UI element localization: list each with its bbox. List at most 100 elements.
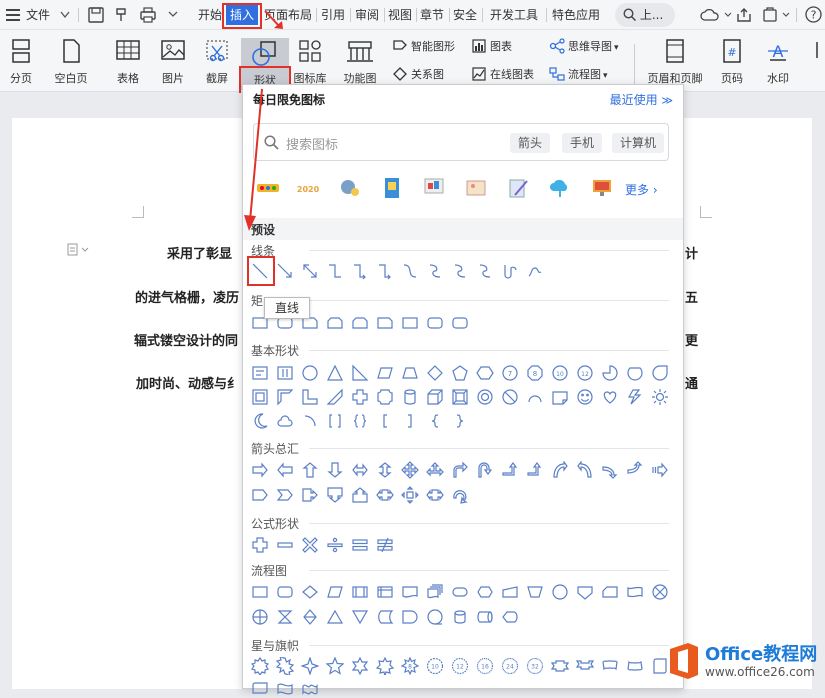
tab-view[interactable]: 视图 — [388, 0, 412, 30]
shape-dodec[interactable]: 12 — [576, 364, 594, 382]
shape-lshape[interactable] — [301, 388, 319, 406]
shape-moon[interactable] — [251, 412, 269, 430]
shape-f-merge[interactable] — [351, 608, 369, 626]
shape-f-disp[interactable] — [501, 608, 519, 626]
shape-f-delay[interactable] — [401, 608, 419, 626]
shape-l-up[interactable] — [501, 461, 519, 479]
shape-f-int[interactable] — [376, 583, 394, 601]
export-icon[interactable] — [762, 7, 778, 23]
shape-plaque[interactable] — [376, 388, 394, 406]
tab-home[interactable]: 开始 — [198, 0, 222, 30]
shape-no-sym[interactable] — [501, 388, 519, 406]
flowchart-button[interactable]: 流程图 ▾ — [549, 65, 608, 85]
picture-button[interactable]: 图片 — [152, 36, 194, 88]
shape-ribbon-c[interactable] — [601, 657, 619, 675]
shape-eq-mul[interactable] — [301, 536, 319, 554]
shape-snip[interactable] — [376, 314, 394, 332]
shape-f-off[interactable] — [576, 583, 594, 601]
shape-star10[interactable]: 10 — [426, 657, 444, 675]
shape-call-l-r[interactable] — [426, 486, 444, 504]
shape-star16[interactable]: 16 — [476, 657, 494, 675]
tab-featured[interactable]: 特色应用 — [552, 0, 600, 30]
pen-document-icon[interactable] — [507, 177, 529, 199]
doc-line-4[interactable]: 加时尚、动感与纟 — [136, 373, 240, 392]
page-break-button[interactable]: 分页 — [2, 36, 40, 88]
shape-f-ext[interactable] — [326, 608, 344, 626]
doc-line-4-end[interactable]: 通 — [685, 373, 698, 392]
shape-star7[interactable] — [376, 657, 394, 675]
doc-line-1[interactable]: 采用了彰显 — [167, 243, 232, 262]
shape-arc[interactable] — [526, 388, 544, 406]
tab-chapter[interactable]: 章节 — [420, 0, 444, 30]
tab-developer[interactable]: 开发工具 — [490, 0, 538, 30]
shape-f-term[interactable] — [451, 583, 469, 601]
shape-call-r[interactable] — [301, 486, 319, 504]
more-icons-link[interactable]: 更多 › — [625, 181, 658, 198]
shape-textbox[interactable] — [251, 364, 269, 382]
mind-map-button[interactable]: 思维导图 ▾ — [549, 37, 619, 57]
header-footer-button[interactable]: 页眉和页脚 — [642, 36, 708, 88]
tab-review[interactable]: 审阅 — [355, 0, 379, 30]
shape-ribbon-d[interactable] — [576, 657, 594, 675]
shape-curve[interactable] — [401, 262, 419, 280]
shape-eq-ne[interactable] — [376, 536, 394, 554]
shape-free[interactable] — [526, 262, 544, 280]
shape-snip2[interactable] — [351, 314, 369, 332]
shape-f-card[interactable] — [601, 583, 619, 601]
doc-line-1-end[interactable]: 计 — [685, 243, 698, 262]
shape-heart[interactable] — [601, 388, 619, 406]
shape-star4[interactable] — [301, 657, 319, 675]
more-ribbon-button[interactable] — [808, 36, 825, 88]
doc-line-3[interactable]: 辐式镂空设计的同 — [134, 330, 238, 349]
hamburger-menu-icon[interactable] — [6, 8, 20, 22]
shape-fold[interactable] — [551, 388, 569, 406]
shape-dblarrow[interactable] — [301, 262, 319, 280]
shape-star12[interactable]: 12 — [451, 657, 469, 675]
shape-star-burst2[interactable] — [276, 657, 294, 675]
icon-search-input[interactable]: 搜索图标 — [286, 134, 338, 153]
shape-call-d[interactable] — [326, 486, 344, 504]
shape-f-dec[interactable] — [301, 583, 319, 601]
shape-donut[interactable] — [476, 388, 494, 406]
paragraph-handle-icon[interactable] — [67, 243, 91, 257]
shape-hex[interactable] — [476, 364, 494, 382]
shape-bolt[interactable] — [626, 388, 644, 406]
relation-chart-button[interactable]: 关系图 — [392, 65, 444, 85]
shape-f-prep[interactable] — [476, 583, 494, 601]
shape-eq-div[interactable] — [326, 536, 344, 554]
shape-f-seq[interactable] — [426, 608, 444, 626]
cloud-network-icon[interactable] — [549, 177, 571, 199]
shape-tri[interactable] — [326, 364, 344, 382]
shape-brackets[interactable] — [326, 412, 344, 430]
shape-circle[interactable] — [301, 364, 319, 382]
shape-f-or[interactable] — [651, 583, 669, 601]
shape-call4[interactable] — [401, 486, 419, 504]
file-menu[interactable]: 文件 — [26, 0, 50, 30]
help-icon[interactable]: ? — [805, 6, 822, 23]
monitor-icon[interactable] — [591, 177, 613, 199]
shape-scurve[interactable] — [476, 262, 494, 280]
shape-a-u-d[interactable] — [376, 461, 394, 479]
online-chart-button[interactable]: 在线图表 — [471, 65, 534, 85]
shape-arc-r[interactable] — [301, 412, 319, 430]
shape-a4[interactable] — [401, 461, 419, 479]
shape-circ-a[interactable] — [451, 486, 469, 504]
shape-bent-up[interactable] — [526, 461, 544, 479]
chevron-down-icon[interactable] — [782, 11, 790, 19]
shape-elbowarrow[interactable] — [351, 262, 369, 280]
shape-can[interactable] — [401, 388, 419, 406]
shape-pentagon-a[interactable] — [251, 486, 269, 504]
doc-line-3-end[interactable]: 更 — [685, 330, 698, 349]
icon-library-button[interactable]: 图标库 — [290, 36, 330, 88]
shape-frame[interactable] — [251, 388, 269, 406]
shape-rrect[interactable] — [426, 314, 444, 332]
shape-lbrace[interactable] — [426, 412, 444, 430]
tag-computer-chip[interactable]: 计算机 — [612, 133, 665, 153]
shape-f-sort[interactable] — [301, 608, 319, 626]
shape-a-l[interactable] — [276, 461, 294, 479]
shape-scroll-h[interactable] — [251, 680, 269, 698]
shape-vtext[interactable] — [276, 364, 294, 382]
shape-f-direct[interactable] — [476, 608, 494, 626]
tab-references[interactable]: 引用 — [321, 0, 345, 30]
shape-f-data[interactable] — [326, 583, 344, 601]
